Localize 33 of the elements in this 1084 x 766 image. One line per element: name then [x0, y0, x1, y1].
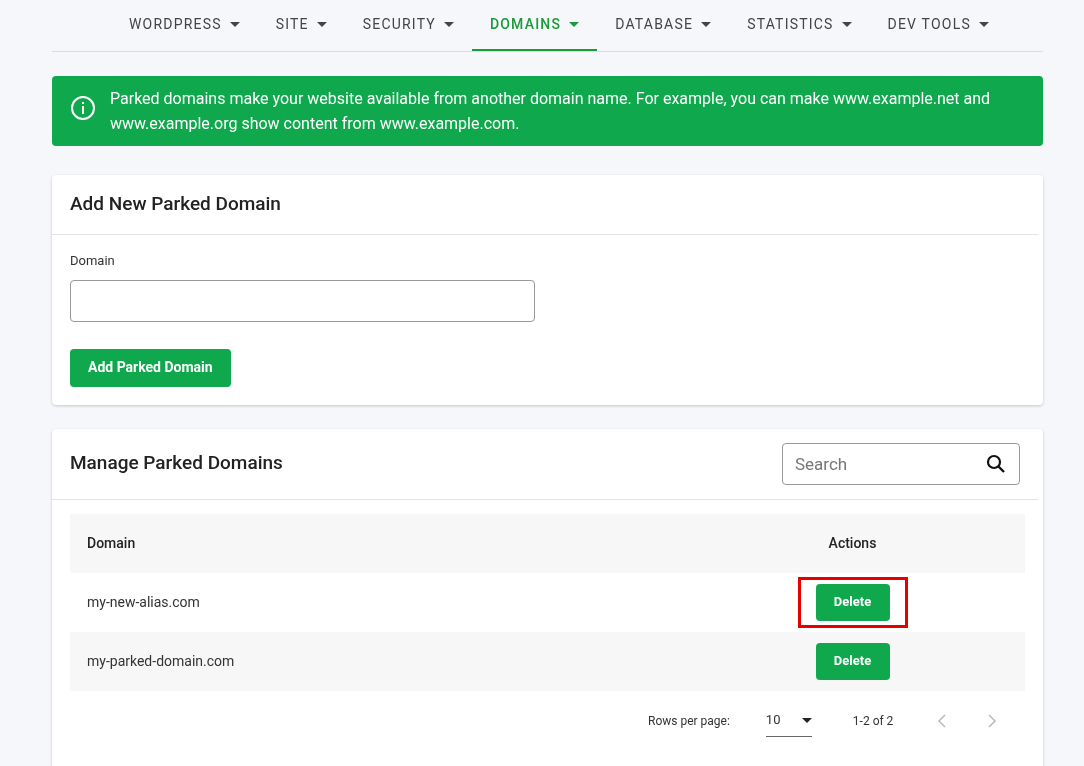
caret-icon: [841, 22, 852, 27]
page-range: 1-2 of 2: [852, 712, 894, 730]
column-header: Actions: [827, 533, 878, 553]
caret-icon: [443, 22, 454, 27]
caret-icon: [701, 22, 712, 27]
nav-tab[interactable]: DATABASE: [597, 0, 730, 51]
card-title: Add New Parked Domain: [70, 191, 281, 218]
table-cell-text: my-parked-domain.com: [86, 651, 236, 671]
caret-icon: [801, 717, 812, 723]
table-cell-text: my-new-alias.com: [86, 592, 201, 612]
rows-per-page-label: Rows per page:: [648, 712, 730, 730]
previous-page-button[interactable]: [937, 713, 948, 728]
caret-icon: [569, 22, 580, 27]
nav-tab[interactable]: DEV TOOLS: [869, 0, 1007, 51]
next-page-button[interactable]: [987, 713, 998, 728]
column-header: Domain: [86, 533, 137, 553]
caret-icon: [978, 22, 989, 27]
info-text: Parked domains make your website available from another domain name. For example, you can make www.example.net and www.example.org show content from www.example.com.: [110, 88, 992, 135]
card-title: Manage Parked Domains: [70, 450, 283, 477]
search-field[interactable]: Search: [782, 442, 1020, 485]
nav-tab[interactable]: SECURITY: [344, 0, 472, 51]
nav-tab[interactable]: STATISTICS: [729, 0, 870, 51]
nav-tab[interactable]: WORDPRESS: [111, 0, 258, 51]
chevron-left-icon: [937, 713, 948, 728]
field-label: Domain: [70, 252, 116, 270]
nav-tab[interactable]: SITE: [257, 0, 345, 51]
caret-icon: [229, 22, 240, 27]
chevron-right-icon: [987, 713, 998, 728]
domain-input-field[interactable]: [70, 279, 535, 322]
search-icon: [986, 453, 1006, 474]
info-icon: [70, 95, 96, 121]
caret-icon: [316, 22, 327, 27]
rows-per-page-select[interactable]: 10: [765, 704, 812, 737]
